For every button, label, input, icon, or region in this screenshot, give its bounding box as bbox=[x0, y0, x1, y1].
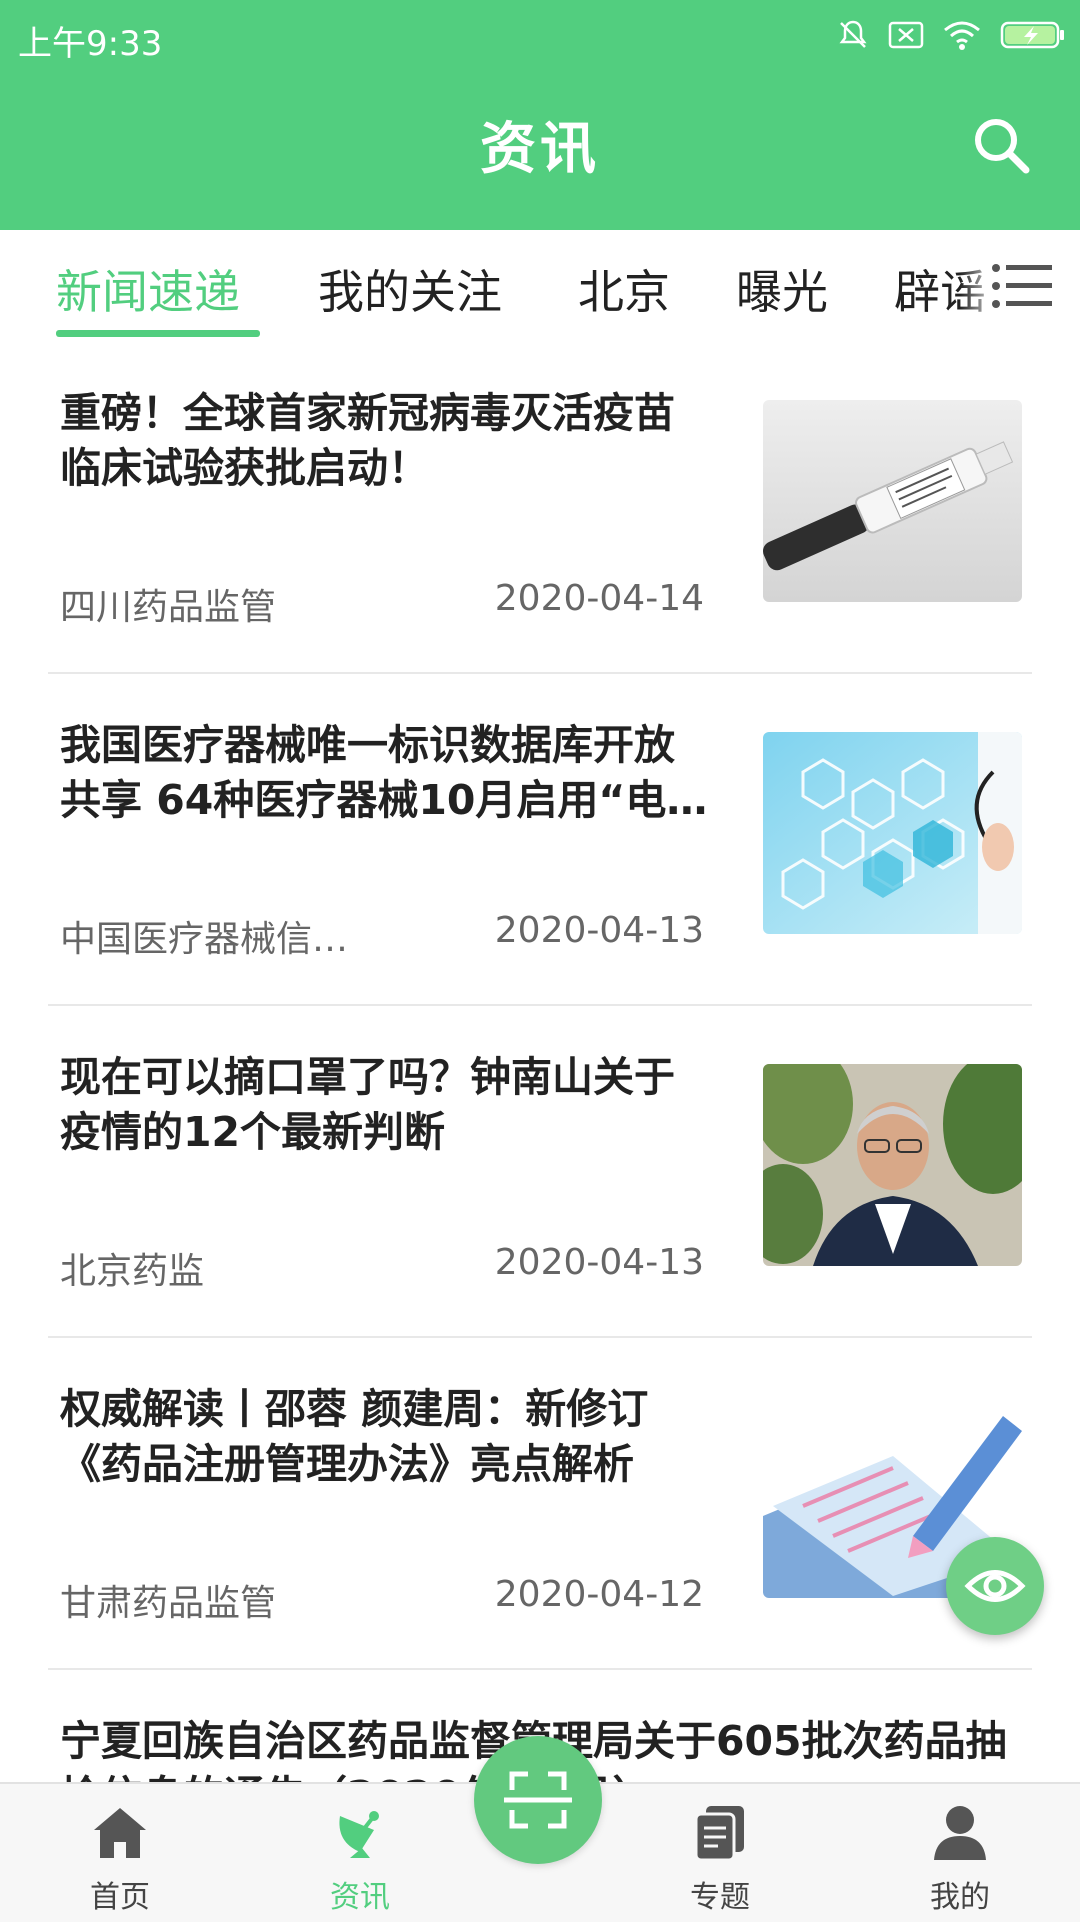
nav-topics-label: 专题 bbox=[690, 1880, 750, 1915]
portrait-thumbnail bbox=[763, 1064, 1022, 1266]
tab-my-follows[interactable]: 我的关注 bbox=[318, 256, 502, 322]
news-item[interactable]: 权威解读丨邵蓉 颜建周：新修订《药品注册管理办法》亮点解析 甘肃药品监管 202… bbox=[0, 1338, 1080, 1670]
news-title: 现在可以摘口罩了吗？钟南山关于疫情的12个最新判断 bbox=[60, 1053, 675, 1156]
news-item[interactable]: 重磅！全球首家新冠病毒灭活疫苗临床试验获批启动！ 四川药品监管 2020-04-… bbox=[0, 342, 1080, 674]
wifi-icon bbox=[944, 21, 980, 50]
news-item[interactable]: 我国医疗器械唯一标识数据库开放共享 64种医疗器械10月启用“电子身份证” 中国… bbox=[0, 674, 1080, 1006]
news-source: 北京药监 bbox=[60, 1251, 205, 1292]
mute-bell-icon bbox=[839, 20, 867, 48]
category-tabs: 新闻速递 我的关注 北京 曝光 辟谣 bbox=[0, 230, 1080, 342]
news-item[interactable]: 现在可以摘口罩了吗？钟南山关于疫情的12个最新判断 北京药监 2020-04-1… bbox=[0, 1006, 1080, 1338]
nav-mine[interactable]: 我的 bbox=[860, 1784, 1060, 1922]
news-title: 我国医疗器械唯一标识数据库开放共享 64种医疗器械10月启用“电子身份证” bbox=[60, 721, 708, 824]
news-date: 2020-04-14 bbox=[494, 578, 704, 619]
no-sim-icon bbox=[888, 21, 924, 49]
news-date: 2020-04-13 bbox=[494, 910, 704, 951]
nav-news-label: 资讯 bbox=[330, 1880, 390, 1915]
menu-list-icon[interactable] bbox=[990, 260, 1054, 312]
news-source: 甘肃药品监管 bbox=[60, 1583, 277, 1624]
tab-beijing[interactable]: 北京 bbox=[578, 256, 670, 322]
nav-topics[interactable]: 专题 bbox=[620, 1784, 820, 1922]
tab-exposure[interactable]: 曝光 bbox=[736, 256, 828, 322]
app-header: 资讯 bbox=[0, 74, 1080, 230]
news-title: 重磅！全球首家新冠病毒灭活疫苗临床试验获批启动！ bbox=[60, 389, 675, 492]
status-time: 上午9:33 bbox=[18, 24, 163, 64]
topics-icon bbox=[694, 1806, 744, 1862]
news-source: 中国医疗器械信… bbox=[60, 919, 349, 960]
tab-news-express[interactable]: 新闻速递 bbox=[56, 256, 240, 322]
medical-hexagons-thumbnail bbox=[763, 732, 1022, 934]
scan-icon bbox=[504, 1771, 572, 1829]
news-list: 重磅！全球首家新冠病毒灭活疫苗临床试验获批启动！ 四川药品监管 2020-04-… bbox=[0, 342, 1080, 1782]
vaccine-syringe-thumbnail bbox=[763, 400, 1022, 602]
radar-icon bbox=[339, 1811, 379, 1858]
nav-mine-label: 我的 bbox=[930, 1880, 990, 1915]
news-date: 2020-04-13 bbox=[494, 1242, 704, 1283]
news-title: 权威解读丨邵蓉 颜建周：新修订《药品注册管理办法》亮点解析 bbox=[60, 1385, 649, 1488]
status-bar: 上午9:33 bbox=[0, 0, 1080, 74]
page-title: 资讯 bbox=[480, 117, 600, 182]
nav-news[interactable]: 资讯 bbox=[260, 1784, 460, 1922]
home-icon bbox=[94, 1808, 146, 1858]
eye-mode-button[interactable] bbox=[946, 1537, 1044, 1635]
active-tab-indicator bbox=[56, 330, 260, 337]
nav-home[interactable]: 首页 bbox=[20, 1784, 220, 1922]
search-icon[interactable] bbox=[970, 114, 1034, 178]
news-source: 四川药品监管 bbox=[60, 587, 277, 628]
scan-button[interactable] bbox=[474, 1736, 602, 1864]
battery-charging-icon bbox=[1000, 21, 1064, 49]
person-icon bbox=[934, 1806, 986, 1860]
status-icons bbox=[836, 18, 1066, 52]
eye-icon bbox=[964, 1570, 1026, 1602]
news-date: 2020-04-12 bbox=[494, 1574, 704, 1615]
nav-home-label: 首页 bbox=[90, 1880, 150, 1915]
